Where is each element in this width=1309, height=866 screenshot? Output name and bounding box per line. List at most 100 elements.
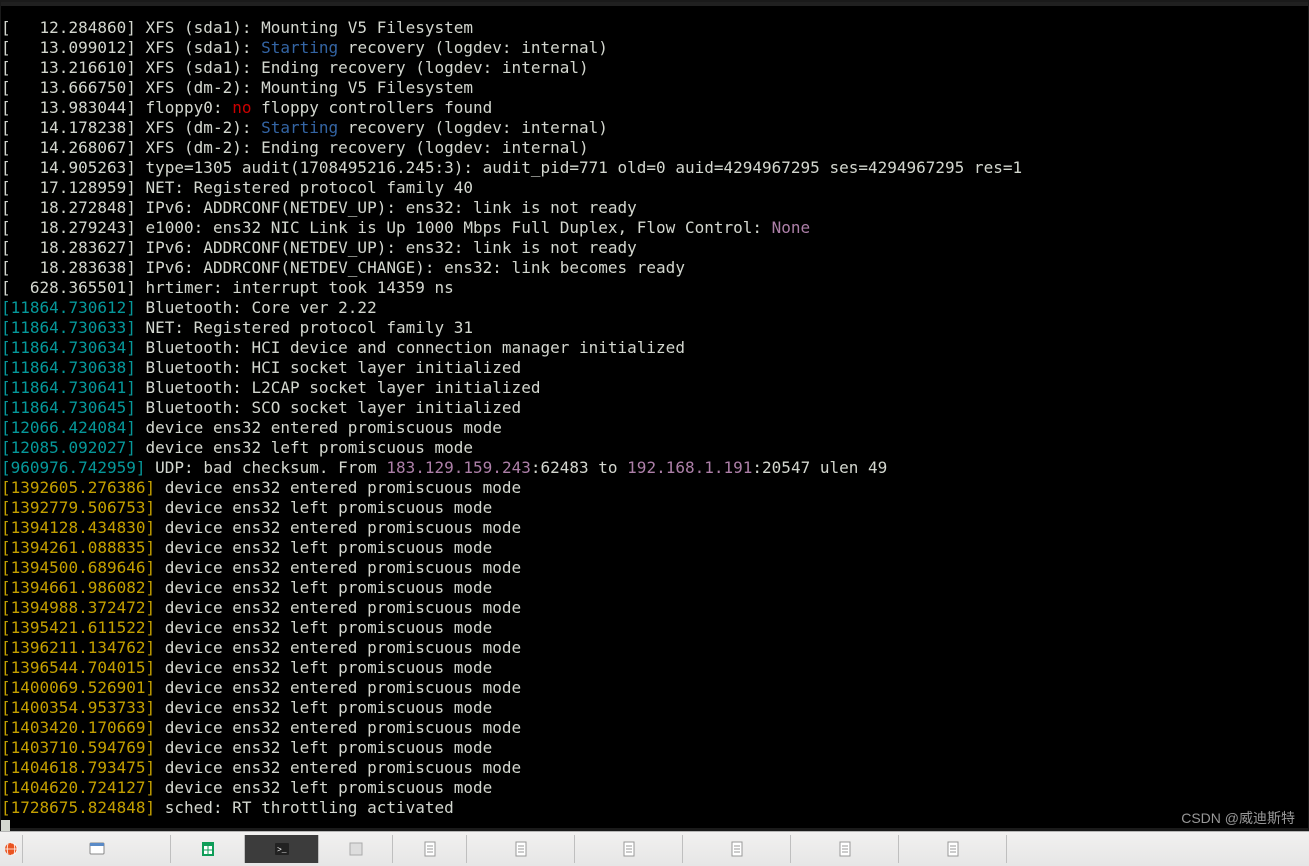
log-text: device ens32 entered promiscuous mode	[155, 758, 521, 777]
log-line: [1396211.134762] device ens32 entered pr…	[1, 638, 1308, 658]
globe-icon	[3, 841, 19, 857]
doc-icon	[621, 841, 637, 857]
blank-icon	[348, 841, 364, 857]
log-line: [ 18.272848] IPv6: ADDRCONF(NETDEV_UP): …	[1, 198, 1308, 218]
timestamp: 11864.730612	[11, 298, 127, 317]
log-text: recovery (logdev: internal)	[338, 38, 608, 57]
task-item-8[interactable]	[683, 835, 791, 863]
log-line: [1404620.724127] device ens32 left promi…	[1, 778, 1308, 798]
log-line: [1394988.372472] device ens32 entered pr…	[1, 598, 1308, 618]
task-item-1[interactable]	[23, 835, 171, 863]
log-text: Bluetooth: Core ver 2.22	[136, 298, 377, 317]
timestamp: 1392605.276386	[11, 478, 146, 497]
log-text: XFS (sda1): Mounting V5 Filesystem	[136, 18, 473, 37]
log-text: device ens32 entered promiscuous mode	[155, 518, 521, 537]
log-line: [ 13.983044] floppy0: no floppy controll…	[1, 98, 1308, 118]
log-line: [11864.730645] Bluetooth: SCO socket lay…	[1, 398, 1308, 418]
timestamp: 1394261.088835	[11, 538, 146, 557]
log-text: 183.129.159.243	[386, 458, 531, 477]
timestamp: 18.283627	[11, 238, 127, 257]
log-line: [ 628.365501] hrtimer: interrupt took 14…	[1, 278, 1308, 298]
log-text: Bluetooth: SCO socket layer initialized	[136, 398, 521, 417]
log-text: Bluetooth: HCI socket layer initialized	[136, 358, 521, 377]
task-item-4[interactable]	[319, 835, 393, 863]
timestamp: 628.365501	[11, 278, 127, 297]
app-menu-icon[interactable]	[0, 835, 23, 863]
log-line: [ 13.216610] XFS (sda1): Ending recovery…	[1, 58, 1308, 78]
task-item-7[interactable]	[575, 835, 683, 863]
timestamp: 1403420.170669	[11, 718, 146, 737]
task-item-3[interactable]: >_	[245, 835, 319, 863]
log-text: NET: Registered protocol family 31	[136, 318, 473, 337]
log-line: [12066.424084] device ens32 entered prom…	[1, 418, 1308, 438]
log-line: [960976.742959] UDP: bad checksum. From …	[1, 458, 1308, 478]
log-line: [1396544.704015] device ens32 left promi…	[1, 658, 1308, 678]
sheets-icon	[200, 841, 216, 857]
timestamp: 1404618.793475	[11, 758, 146, 777]
timestamp: 13.216610	[11, 58, 127, 77]
timestamp: 1394661.986082	[11, 578, 146, 597]
log-line: [1404618.793475] device ens32 entered pr…	[1, 758, 1308, 778]
log-text: e1000: ens32 NIC Link is Up 1000 Mbps Fu…	[136, 218, 772, 237]
timestamp: 1404620.724127	[11, 778, 146, 797]
log-text: Bluetooth: HCI device and connection man…	[136, 338, 685, 357]
timestamp: 14.268067	[11, 138, 127, 157]
log-line: [1403710.594769] device ens32 left promi…	[1, 738, 1308, 758]
log-text: IPv6: ADDRCONF(NETDEV_UP): ens32: link i…	[136, 238, 637, 257]
log-line: [1395421.611522] device ens32 left promi…	[1, 618, 1308, 638]
doc-icon	[837, 841, 853, 857]
log-text: sched: RT throttling activated	[155, 798, 454, 817]
timestamp: 11864.730633	[11, 318, 127, 337]
log-text: device ens32 entered promiscuous mode	[155, 558, 521, 577]
timestamp: 1400354.953733	[11, 698, 146, 717]
timestamp: 1396211.134762	[11, 638, 146, 657]
timestamp: 18.272848	[11, 198, 127, 217]
timestamp: 12085.092027	[11, 438, 127, 457]
log-line: [ 18.279243] e1000: ens32 NIC Link is Up…	[1, 218, 1308, 238]
log-line: [1400354.953733] device ens32 left promi…	[1, 698, 1308, 718]
log-text: floppy controllers found	[251, 98, 492, 117]
terminal-output[interactable]: [ 12.284860] XFS (sda1): Mounting V5 Fil…	[1, 2, 1308, 828]
task-item-6[interactable]	[467, 835, 575, 863]
timestamp: 1728675.824848	[11, 798, 146, 817]
log-text: device ens32 left promiscuous mode	[136, 438, 473, 457]
svg-text:>_: >_	[277, 846, 287, 855]
timestamp: 14.178238	[11, 118, 127, 137]
log-line: [ 17.128959] NET: Registered protocol fa…	[1, 178, 1308, 198]
task-item-9[interactable]	[791, 835, 899, 863]
log-line: [11864.730638] Bluetooth: HCI socket lay…	[1, 358, 1308, 378]
log-text: :62483 to	[531, 458, 627, 477]
timestamp: 12066.424084	[11, 418, 127, 437]
log-line: [1394128.434830] device ens32 entered pr…	[1, 518, 1308, 538]
log-text: recovery (logdev: internal)	[338, 118, 608, 137]
timestamp: 11864.730638	[11, 358, 127, 377]
log-text: device ens32 entered promiscuous mode	[155, 478, 521, 497]
log-line: [1392779.506753] device ens32 left promi…	[1, 498, 1308, 518]
log-line: [ 13.666750] XFS (dm-2): Mounting V5 Fil…	[1, 78, 1308, 98]
log-line: [1394500.689646] device ens32 entered pr…	[1, 558, 1308, 578]
log-text: device ens32 entered promiscuous mode	[136, 418, 502, 437]
log-line: [11864.730612] Bluetooth: Core ver 2.22	[1, 298, 1308, 318]
task-item-10[interactable]	[899, 835, 1007, 863]
timestamp: 1396544.704015	[11, 658, 146, 677]
log-text: device ens32 left promiscuous mode	[155, 658, 492, 677]
log-text: device ens32 entered promiscuous mode	[155, 678, 521, 697]
timestamp: 1394128.434830	[11, 518, 146, 537]
taskbar: >_	[0, 831, 1309, 866]
log-text: NET: Registered protocol family 40	[136, 178, 473, 197]
log-text: XFS (dm-2):	[136, 118, 261, 137]
log-text: XFS (sda1):	[136, 38, 261, 57]
log-line: [1394661.986082] device ens32 left promi…	[1, 578, 1308, 598]
window-icon	[89, 841, 105, 857]
log-line: [12085.092027] device ens32 left promisc…	[1, 438, 1308, 458]
watermark-text: CSDN @威迪斯特	[1181, 808, 1295, 828]
task-item-2[interactable]	[171, 835, 245, 863]
log-text: device ens32 left promiscuous mode	[155, 618, 492, 637]
timestamp: 17.128959	[11, 178, 127, 197]
timestamp: 13.099012	[11, 38, 127, 57]
log-text: Starting	[261, 118, 338, 137]
task-item-5[interactable]	[393, 835, 467, 863]
log-text: type=1305 audit(1708495216.245:3): audit…	[136, 158, 1022, 177]
log-line: [11864.730633] NET: Registered protocol …	[1, 318, 1308, 338]
log-text: 192.168.1.191	[627, 458, 752, 477]
